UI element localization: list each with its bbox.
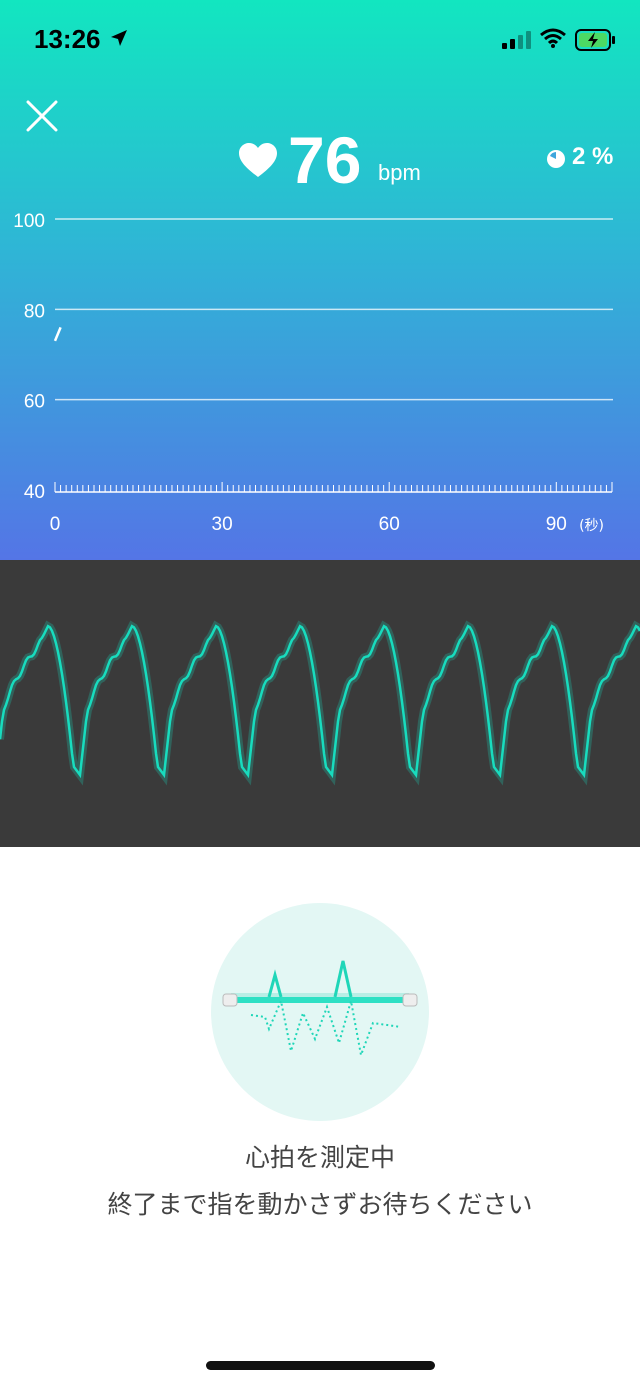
location-arrow-icon: [111, 30, 127, 46]
y-tick-label: 40: [24, 482, 45, 503]
x-tick-label: 90: [546, 514, 567, 535]
pulse-waveform-glow: [0, 620, 640, 786]
status-bar: 13:26: [0, 0, 640, 80]
heart-rate-chart: 100 80 60 400 30 60 90 (秒): [13, 211, 613, 535]
cellular-signal-icon: [502, 31, 531, 49]
measuring-instruction: 終了まで指を動かさずお待ちください: [107, 1190, 533, 1219]
progress-pie-icon: [547, 150, 565, 168]
measuring-title: 心拍を測定中: [244, 1143, 395, 1172]
x-tick-label: 0: [50, 514, 61, 535]
heart-rate-series-line: [53, 326, 62, 342]
x-tick-label: 30: [212, 514, 233, 535]
heartbeat-sensor-icon: [222, 960, 418, 1059]
y-tick-label: 60: [24, 392, 45, 413]
progress-percent: 2 %: [572, 143, 614, 170]
home-indicator[interactable]: [206, 1361, 435, 1370]
battery-charging-icon: [575, 29, 615, 51]
pulse-waveform: [0, 620, 640, 786]
heart-rate-unit: bpm: [378, 160, 421, 185]
status-time: 13:26: [34, 24, 101, 54]
pulse-waveform-panel: [0, 560, 640, 847]
wifi-icon: [540, 28, 566, 48]
close-icon[interactable]: [22, 96, 62, 136]
x-axis-unit: (秒): [579, 518, 604, 534]
heart-rate-value: 76: [288, 123, 362, 197]
y-tick-label: 80: [24, 301, 45, 322]
y-tick-label: 100: [13, 211, 45, 232]
x-tick-label: 60: [379, 514, 400, 535]
measurement-illustration: [211, 903, 429, 1121]
heart-icon: [239, 143, 277, 177]
